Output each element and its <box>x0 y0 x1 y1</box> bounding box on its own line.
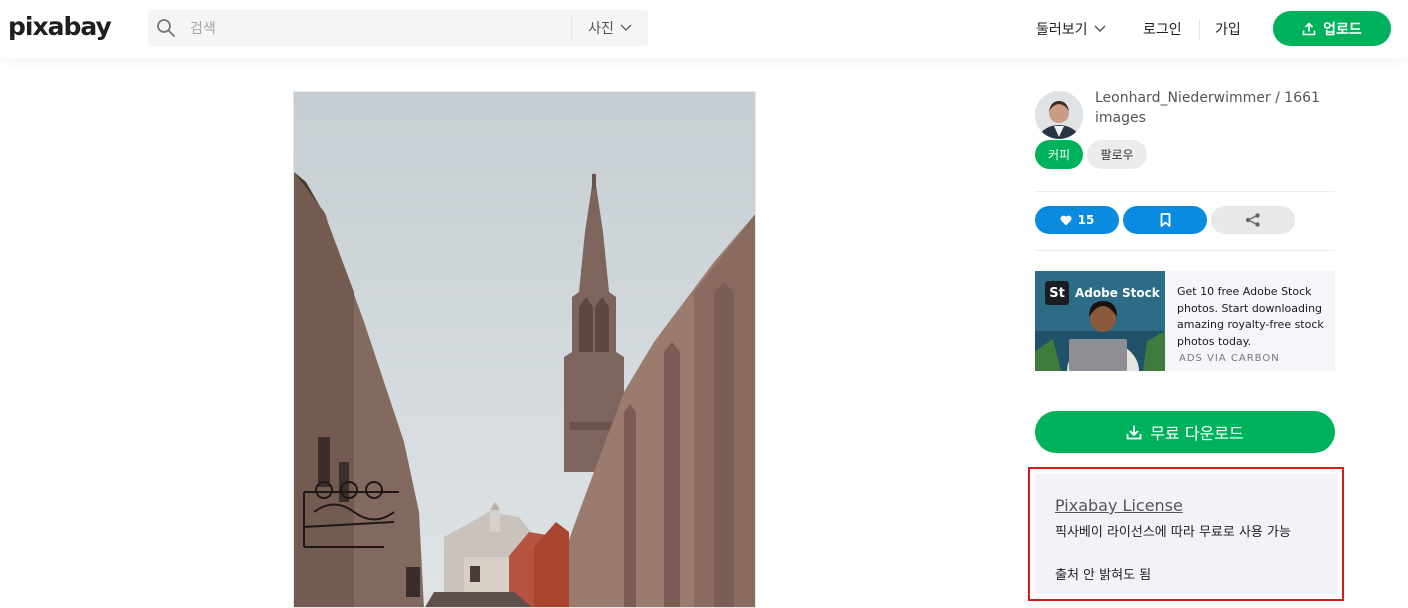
pixabay-license-link[interactable]: Pixabay License <box>1055 496 1183 515</box>
free-download-label: 무료 다운로드 <box>1150 424 1244 443</box>
like-button[interactable]: 15 <box>1035 206 1119 234</box>
bookmark-icon <box>1160 213 1170 227</box>
cathedral-spire-photo <box>294 92 755 607</box>
upload-icon <box>1302 21 1316 35</box>
download-icon <box>1126 425 1142 440</box>
upload-button[interactable]: 업로드 <box>1273 11 1391 46</box>
ad-image[interactable]: St Adobe Stock <box>1035 271 1165 371</box>
divider <box>1035 191 1335 192</box>
share-icon <box>1245 213 1260 227</box>
coffee-button[interactable]: 커피 <box>1035 140 1083 169</box>
search-bar: 사진 <box>148 10 648 46</box>
author-name-and-count[interactable]: Leonhard_Niederwimmer / 1661 images <box>1095 88 1335 128</box>
license-free-use-text: 픽사베이 라이선스에 따라 무료로 사용 가능 <box>1055 525 1291 540</box>
join-link[interactable]: 가입 <box>1215 0 1241 58</box>
ads-via-carbon-link[interactable]: ADS VIA CARBON <box>1179 353 1280 364</box>
main-photo[interactable] <box>293 91 756 608</box>
explore-menu[interactable]: 둘러보기 <box>1036 0 1106 58</box>
adobe-stock-logo-icon: St <box>1045 281 1069 305</box>
login-link[interactable]: 로그인 <box>1143 0 1182 58</box>
author-avatar[interactable] <box>1035 91 1083 139</box>
avatar-image <box>1035 91 1083 139</box>
upload-label: 업로드 <box>1323 21 1362 38</box>
chevron-down-icon <box>1094 25 1106 33</box>
search-input[interactable] <box>188 16 572 42</box>
share-button[interactable] <box>1211 206 1295 234</box>
free-download-button[interactable]: 무료 다운로드 <box>1035 411 1335 453</box>
nav-divider <box>1199 19 1200 39</box>
divider <box>1035 250 1335 251</box>
license-panel: Pixabay License 픽사베이 라이선스에 따라 무료로 사용 가능 … <box>1035 474 1337 594</box>
search-icon[interactable] <box>156 18 176 38</box>
heart-icon <box>1060 215 1072 225</box>
media-type-select[interactable]: 사진 <box>571 14 648 42</box>
explore-label: 둘러보기 <box>1036 22 1088 38</box>
like-count: 15 <box>1077 213 1095 227</box>
adobe-stock-label: Adobe Stock <box>1075 286 1160 300</box>
bookmark-button[interactable] <box>1123 206 1207 234</box>
ad-text[interactable]: Get 10 free Adobe Stock photos. Start do… <box>1177 284 1329 350</box>
license-box: Pixabay License 픽사베이 라이선스에 따라 무료로 사용 가능 … <box>1028 467 1344 601</box>
adobe-stock-brand: St Adobe Stock <box>1045 281 1160 305</box>
media-type-label: 사진 <box>588 21 614 37</box>
pixabay-logo[interactable]: pixabay <box>8 12 112 41</box>
follow-button[interactable]: 팔로우 <box>1087 140 1147 169</box>
license-no-attribution-text: 출처 안 밝혀도 됨 <box>1055 568 1152 583</box>
carbon-ad[interactable]: St Adobe Stock Get 10 free Adobe Stock p… <box>1035 271 1335 371</box>
chevron-down-icon <box>620 24 632 32</box>
top-header: pixabay 사진 둘러보기 로그인 가입 업로드 <box>0 0 1408 58</box>
